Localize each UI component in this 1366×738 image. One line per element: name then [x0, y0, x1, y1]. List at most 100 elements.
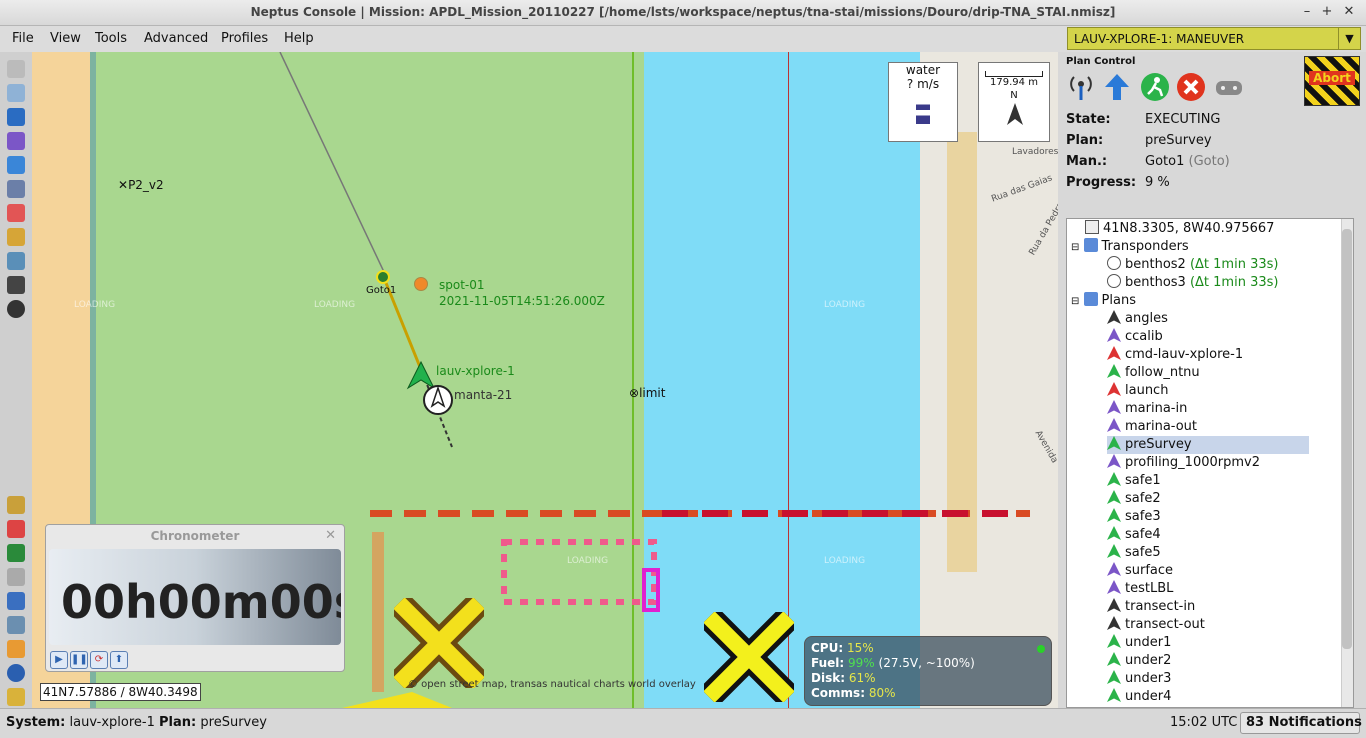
eye-icon[interactable]	[7, 276, 25, 294]
marker-p2[interactable]: ✕P2_v2	[118, 178, 164, 192]
tree-plan-item[interactable]: under1	[1107, 634, 1171, 652]
cpu-label: CPU:	[811, 641, 844, 655]
chronometer-close-icon[interactable]: ✕	[325, 528, 336, 543]
measure-icon[interactable]	[7, 132, 25, 150]
tree-transponders[interactable]: ⊟ Transponders	[1071, 238, 1189, 256]
plan-name: transect-in	[1125, 599, 1196, 614]
tree-plan-item[interactable]: transect-out	[1107, 616, 1205, 634]
scale-compass-widget: 179.94 m N	[978, 62, 1050, 142]
limit-marker[interactable]: ⊗limit	[629, 386, 665, 400]
layers-icon[interactable]	[7, 688, 25, 706]
abort-button[interactable]: Abort	[1304, 56, 1360, 106]
send-plan-icon[interactable]	[1102, 72, 1132, 102]
fuel-row: Fuel: 99% (27.5V, ~100%)	[811, 656, 1045, 671]
play-plan-icon[interactable]	[7, 544, 25, 562]
minimize-icon[interactable]: –	[1298, 3, 1316, 21]
tree-plan-item[interactable]: profiling_1000rpmv2	[1107, 454, 1260, 472]
tree-plan-item[interactable]: under2	[1107, 652, 1171, 670]
plans-label: Plans	[1101, 293, 1136, 308]
pin-icon[interactable]	[7, 640, 25, 658]
menu-file[interactable]: File	[12, 31, 34, 46]
transfer-icon[interactable]	[7, 616, 25, 634]
tree-transponder[interactable]: benthos3 (Δt 1min 33s)	[1107, 274, 1278, 292]
tree-plan-item[interactable]: safe3	[1107, 508, 1161, 526]
lock-icon[interactable]	[7, 228, 25, 246]
select-icon[interactable]	[7, 108, 25, 126]
menu-help[interactable]: Help	[284, 31, 314, 46]
menu-advanced[interactable]: Advanced	[144, 31, 208, 46]
chronometer-window[interactable]: Chronometer ✕ 00h00m00s ▶ ❚❚ ⟳ ⬆	[45, 524, 345, 672]
tree-plan-item[interactable]: under4	[1107, 688, 1171, 706]
start-plan-icon[interactable]	[1140, 72, 1170, 102]
tree-plan-item[interactable]: testLBL	[1107, 580, 1173, 598]
goto-waypoint-icon[interactable]	[376, 270, 390, 284]
limit-label: limit	[639, 386, 666, 400]
acoustic-antenna-icon[interactable]	[1066, 72, 1096, 102]
collapse-icon[interactable]: ⊟	[1071, 242, 1079, 253]
play-icon[interactable]: ▶	[50, 651, 68, 669]
tree-plan-item[interactable]: ccalib	[1107, 328, 1163, 346]
tree-plan-item[interactable]: safe2	[1107, 490, 1161, 508]
tree-plan-item[interactable]: safe5	[1107, 544, 1161, 562]
plan-name: surface	[1125, 563, 1174, 578]
maximize-icon[interactable]: +	[1318, 3, 1336, 21]
plan-label: Plan:	[1066, 133, 1104, 148]
menu-tools[interactable]: Tools	[95, 31, 127, 46]
disk-row: Disk: 61%	[811, 671, 1045, 686]
notifications-button[interactable]: 83 Notifications	[1240, 712, 1362, 734]
title-bar: Neptus Console | Mission: APDL_Mission_2…	[0, 0, 1366, 26]
pan-icon[interactable]	[7, 60, 25, 78]
tree-plans[interactable]: ⊟ Plans	[1071, 292, 1136, 310]
state-label: State:	[1066, 112, 1111, 127]
up-arrow-icon[interactable]: ⬆	[110, 651, 128, 669]
menu-profiles[interactable]: Profiles	[221, 31, 268, 46]
tree-plan-item[interactable]: preSurvey	[1107, 436, 1309, 454]
plan-edit-icon[interactable]	[7, 204, 25, 222]
reset-icon[interactable]: ⟳	[90, 651, 108, 669]
tree-home[interactable]: 41N8.3305, 8W40.975667	[1085, 220, 1274, 238]
radar-icon[interactable]	[7, 180, 25, 198]
close-icon[interactable]: ✕	[1340, 3, 1358, 21]
compass-icon[interactable]	[7, 300, 25, 318]
tree-transponder[interactable]: benthos2 (Δt 1min 33s)	[1107, 256, 1278, 274]
fuel-value: 99%	[848, 656, 875, 670]
pause-icon[interactable]: ❚❚	[70, 651, 88, 669]
tree-scroll-thumb[interactable]	[1342, 229, 1352, 649]
tree-plan-item[interactable]: follow_ntnu	[1107, 364, 1200, 382]
plan-name: safe1	[1125, 473, 1161, 488]
chevron-down-icon[interactable]: ▼	[1338, 28, 1360, 49]
tree-plan-item[interactable]: marina-out	[1107, 418, 1197, 436]
place-lavadores: Lavadores	[1012, 147, 1058, 157]
map-layers-icon[interactable]	[7, 252, 25, 270]
transponder-name: benthos3	[1125, 275, 1186, 290]
tree-plan-item[interactable]: angles	[1107, 310, 1168, 328]
tree-plan-item[interactable]: transect-in	[1107, 598, 1195, 616]
plan-name: ccalib	[1125, 329, 1163, 344]
vehicle-manta-icon[interactable]	[422, 384, 454, 416]
tree-plan-item[interactable]: marina-in	[1107, 400, 1187, 418]
tree-plan-item[interactable]: surface	[1107, 562, 1173, 580]
rotate-icon[interactable]	[7, 84, 25, 102]
transponder-age: (Δt 1min 33s)	[1189, 275, 1279, 290]
info-icon[interactable]	[7, 664, 25, 682]
home-icon	[1085, 220, 1099, 234]
keyboard-icon[interactable]	[7, 568, 25, 586]
marker-icon[interactable]	[7, 520, 25, 538]
tree-scrollbar[interactable]	[1341, 219, 1353, 707]
tree-plan-item[interactable]: safe1	[1107, 472, 1161, 490]
goto-label: Goto1	[366, 285, 397, 296]
chart-icon[interactable]	[7, 592, 25, 610]
mission-tree[interactable]: 41N8.3305, 8W40.975667 ⊟ Transponders bent…	[1066, 218, 1354, 708]
tree-plan-item[interactable]: safe4	[1107, 526, 1161, 544]
vehicle-select[interactable]: LAUV-XPLORE-1: MANEUVER ▼	[1067, 27, 1361, 50]
menu-view[interactable]: View	[50, 31, 81, 46]
tree-plan-item[interactable]: cmd-lauv-xplore-1	[1107, 346, 1243, 364]
stop-plan-icon[interactable]	[1176, 72, 1206, 102]
tree-plan-item[interactable]: launch	[1107, 382, 1168, 400]
teleoperation-icon[interactable]	[1214, 72, 1244, 102]
spot-pin-icon[interactable]	[414, 277, 428, 291]
tree-plan-item[interactable]: under3	[1107, 670, 1171, 688]
pencil-icon[interactable]	[7, 496, 25, 514]
globe-icon[interactable]	[7, 156, 25, 174]
collapse-icon[interactable]: ⊟	[1071, 296, 1079, 307]
